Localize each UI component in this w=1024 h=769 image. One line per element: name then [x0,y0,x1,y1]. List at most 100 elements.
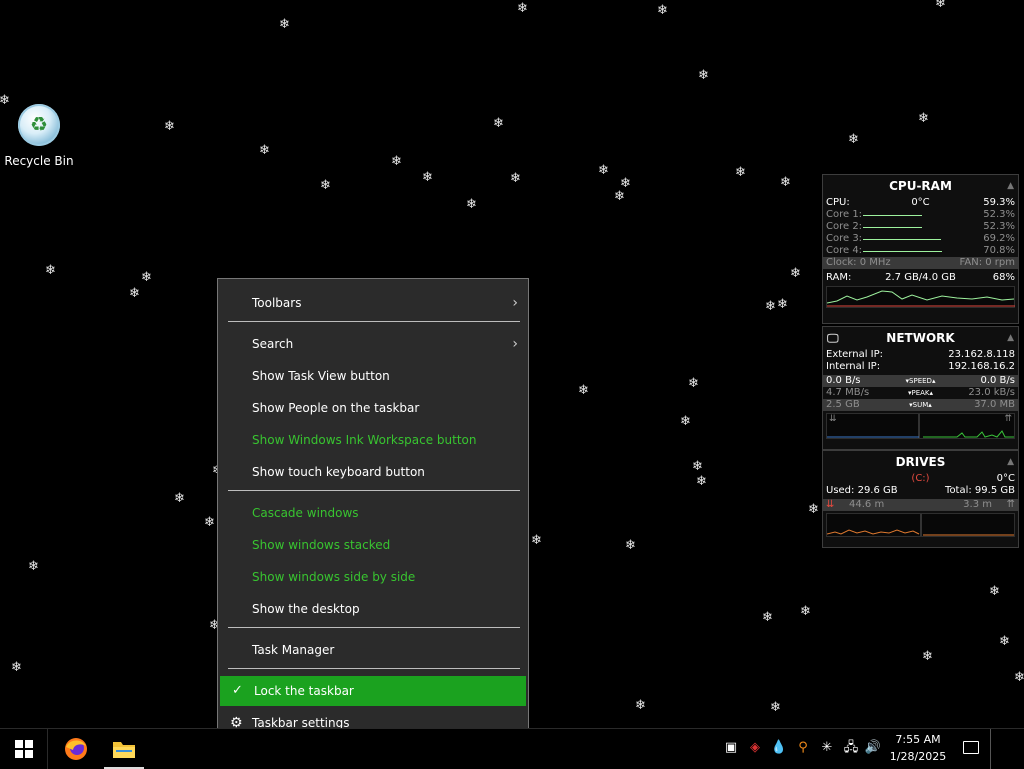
menu-item-cascade-windows[interactable]: Cascade windows [218,498,528,528]
drive-letter: (C:) [911,473,930,484]
snowflake-icon: ❄ [45,263,56,278]
menu-item-show-task-view[interactable]: Show Task View button [218,361,528,391]
notification-icon [963,741,979,754]
snowflake-icon: ❄ [620,176,631,191]
clock-row: Clock: 0 MHz FAN: 0 rpm [823,257,1018,269]
snowflake-icon: ❄ [1014,670,1024,685]
menu-item-show-windows-side-by-side[interactable]: Show windows side by side [218,562,528,592]
chevron-right-icon: › [512,295,518,311]
snowflake-icon: ❄ [800,604,811,619]
external-ip-label: External IP: [826,349,884,360]
firefox-taskbar-button[interactable] [58,729,94,769]
drive-total: Total: 99.5 GB [945,485,1015,496]
snowflake-icon: ❄ [578,383,589,398]
network-icon[interactable]: 🖧 [842,739,860,757]
snowflake-icon: ❄ [777,297,788,312]
snowflake-icon: ❄ [770,700,781,715]
core-load-bar [863,215,922,216]
menu-item-search[interactable]: Search › [218,329,528,359]
snowflake-icon: ❄ [935,0,946,11]
menu-item-label: Show windows side by side [252,570,416,584]
start-button[interactable] [0,729,48,769]
asterisk-icon[interactable]: ✳ [818,739,836,757]
firefox-icon [65,738,87,760]
cpu-percent: 59.3% [983,197,1015,208]
core-row: Core 4: 70.8% [823,245,1018,257]
menu-item-toolbars[interactable]: Toolbars › [218,288,528,318]
menu-item-label: Show Task View button [252,369,390,383]
snowflake-icon: ❄ [164,119,175,134]
menu-separator [228,321,520,322]
menu-item-show-people[interactable]: Show People on the taskbar [218,393,528,423]
snowflake-icon: ❄ [510,171,521,186]
menu-item-task-manager[interactable]: Task Manager [218,635,528,665]
snowflake-icon: ❄ [780,175,791,190]
network-gadget[interactable]: 🖵 NETWORK ▲ External IP: 23.162.8.118 In… [822,326,1019,450]
menu-item-label: Show People on the taskbar [252,401,420,415]
cpu-ram-gadget[interactable]: CPU-RAM ▲ CPU: 0°C 59.3% Core 1: 52.3% C… [822,174,1019,324]
internal-ip-value: 192.168.16.2 [948,361,1015,372]
snowflake-icon: ❄ [28,559,39,574]
peak-row: 4.7 MB/s ▾PEAK▴ 23.0 kB/s [823,387,1018,399]
write-arrow-icon: ⇈ [1006,499,1015,510]
drive-io-graph [826,513,1015,537]
droplet-icon[interactable]: 💧 [770,739,788,757]
snowflake-icon: ❄ [204,515,215,530]
taskbar-context-menu: Toolbars › Search › Show Task View butto… [217,278,529,748]
clock-date: 1/28/2025 [889,750,947,763]
collapse-icon[interactable]: ▲ [1007,451,1014,473]
ram-graph [826,286,1015,308]
snowflake-icon: ❄ [422,170,433,185]
snowflake-icon: ❄ [466,197,477,212]
snowflake-icon: ❄ [688,376,699,391]
menu-item-show-desktop[interactable]: Show the desktop [218,594,528,624]
taskbar: ▣ ◈ 💧 ⚲ ✳ 🖧 🔊 7:55 AM 1/28/2025 [0,728,1024,769]
snowflake-icon: ❄ [11,660,22,675]
show-desktop-button[interactable] [990,729,1024,769]
menu-item-show-touch-keyboard[interactable]: Show touch keyboard button [218,457,528,487]
menu-item-lock-taskbar[interactable]: ✓ Lock the taskbar [220,676,526,706]
drive-read: 44.6 m [849,499,885,510]
collapse-icon[interactable]: ▲ [1007,327,1014,349]
snowflake-icon: ❄ [635,698,646,713]
tray-app-icon-2[interactable]: ◈ [746,739,764,757]
menu-item-show-windows-stacked[interactable]: Show windows stacked [218,530,528,560]
drives-gadget[interactable]: DRIVES ▲ (C:) 0°C Used: 29.6 GB Total: 9… [822,450,1019,548]
recycle-bin-image: ♻ [18,104,60,146]
tray-app-icon-1[interactable]: ▣ [722,739,740,757]
core-load-bar [863,251,942,252]
core-value: 52.3% [983,209,1015,220]
recycle-bin-icon[interactable]: ♻ Recycle Bin [4,104,74,168]
core-load-bar [863,227,922,228]
snowflake-icon: ❄ [129,286,140,301]
snowflake-icon: ❄ [696,474,707,489]
file-explorer-taskbar-button[interactable] [104,729,144,769]
menu-item-show-ink-workspace[interactable]: Show Windows Ink Workspace button [218,425,528,455]
menu-item-label: Show windows stacked [252,538,391,552]
collapse-icon[interactable]: ▲ [1007,175,1014,197]
core-row: Core 2: 52.3% [823,221,1018,233]
core-row: Core 1: 52.3% [823,209,1018,221]
snowflake-icon: ❄ [989,584,1000,599]
action-center-button[interactable] [955,729,987,769]
clock[interactable]: 7:55 AM 1/28/2025 [887,731,949,765]
snowflake-icon: ❄ [762,610,773,625]
speed-row: 0.0 B/s ▾SPEED▴ 0.0 B/s [823,375,1018,387]
menu-item-label: Task Manager [252,643,335,657]
gadget-title: CPU-RAM ▲ [823,175,1018,197]
cpu-row: CPU: 0°C 59.3% [823,197,1018,209]
menu-item-label: Show the desktop [252,602,360,616]
snowflake-icon: ❄ [625,538,636,553]
snowflake-icon: ❄ [493,116,504,131]
volume-icon[interactable]: 🔊 [864,739,882,757]
drive-used: Used: 29.6 GB [826,485,898,496]
windows-logo-icon [15,740,33,758]
snowflake-icon: ❄ [790,266,801,281]
magnifier-icon[interactable]: ⚲ [794,739,812,757]
usage-row: Used: 29.6 GB Total: 99.5 GB [823,485,1018,497]
snowflake-icon: ❄ [517,1,528,16]
snowflake-icon: ❄ [735,165,746,180]
snowflake-icon: ❄ [692,459,703,474]
core-label: Core 4: [826,245,863,256]
snowflake-icon: ❄ [174,491,185,506]
